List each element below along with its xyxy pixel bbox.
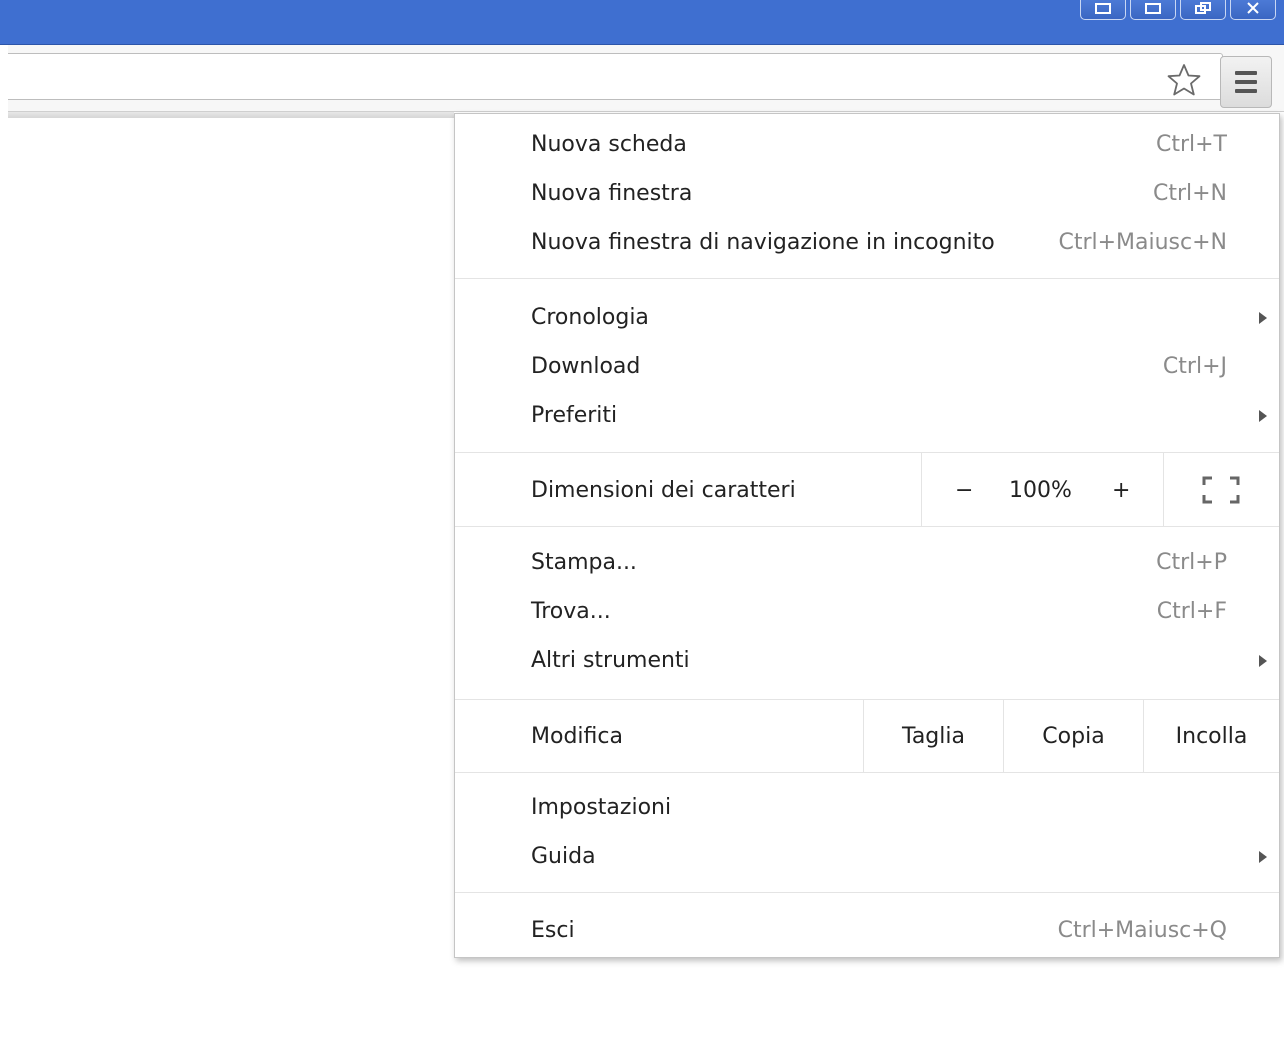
menu-item-label: Stampa...	[531, 550, 637, 575]
browser-toolbar	[8, 45, 1284, 112]
menu-item-shortcut: Ctrl+N	[1152, 181, 1227, 206]
paste-button[interactable]: Incolla	[1144, 701, 1279, 771]
menu-item-settings[interactable]: Impostazioni	[455, 786, 1279, 832]
submenu-arrow-icon	[1259, 655, 1267, 667]
menu-item-print[interactable]: Stampa... Ctrl+P	[455, 541, 1279, 587]
menu-item-label: Esci	[531, 918, 575, 943]
menu-separator	[455, 772, 1279, 773]
menu-separator	[455, 278, 1279, 279]
menu-item-label: Preferiti	[531, 403, 618, 428]
maximize-icon[interactable]	[1130, 0, 1176, 20]
menu-item-label: Nuova scheda	[531, 132, 687, 157]
menu-item-label: Altri strumenti	[531, 648, 690, 673]
zoom-level: 100%	[1009, 478, 1072, 503]
submenu-arrow-icon	[1259, 312, 1267, 324]
star-icon[interactable]	[1167, 63, 1201, 97]
menu-item-new-window[interactable]: Nuova finestra Ctrl+N	[455, 172, 1279, 218]
zoom-in-button[interactable]: +	[1112, 478, 1130, 503]
menu-item-shortcut: Ctrl+Maiusc+N	[1058, 230, 1227, 255]
cut-button[interactable]: Taglia	[864, 701, 1003, 771]
menu-item-bookmarks[interactable]: Preferiti	[455, 394, 1279, 440]
address-bar[interactable]	[8, 53, 1223, 100]
close-icon[interactable]	[1230, 0, 1276, 20]
menu-item-label: Nuova finestra di navigazione in incogni…	[531, 230, 995, 255]
zoom-out-button[interactable]: −	[955, 478, 973, 503]
edit-label: Modifica	[531, 724, 623, 749]
menu-item-help[interactable]: Guida	[455, 835, 1279, 881]
menu-item-shortcut: Ctrl+P	[1156, 550, 1227, 575]
menu-item-exit[interactable]: Esci Ctrl+Maiusc+Q	[455, 909, 1279, 955]
menu-item-downloads[interactable]: Download Ctrl+J	[455, 345, 1279, 391]
menu-item-shortcut: Ctrl+J	[1162, 354, 1227, 379]
menu-item-label: Nuova finestra	[531, 181, 693, 206]
chrome-menu: Nuova scheda Ctrl+T Nuova finestra Ctrl+…	[454, 113, 1280, 958]
menu-item-incognito-window[interactable]: Nuova finestra di navigazione in incogni…	[455, 221, 1279, 267]
menu-item-find[interactable]: Trova... Ctrl+F	[455, 590, 1279, 636]
menu-item-shortcut: Ctrl+F	[1156, 599, 1227, 624]
menu-item-shortcut: Ctrl+Maiusc+Q	[1057, 918, 1227, 943]
menu-separator	[455, 892, 1279, 893]
menu-item-label: Impostazioni	[531, 795, 672, 820]
submenu-arrow-icon	[1259, 851, 1267, 863]
restore-icon[interactable]	[1180, 0, 1226, 20]
fullscreen-icon[interactable]	[1202, 476, 1240, 504]
page-content-edge	[8, 112, 454, 118]
menu-separator	[455, 452, 1279, 453]
menu-item-shortcut: Ctrl+T	[1155, 132, 1227, 157]
menu-item-history[interactable]: Cronologia	[455, 296, 1279, 342]
menu-item-new-tab[interactable]: Nuova scheda Ctrl+T	[455, 123, 1279, 169]
submenu-arrow-icon	[1259, 410, 1267, 422]
minimize-icon[interactable]	[1080, 0, 1126, 20]
menu-separator	[455, 699, 1279, 700]
menu-item-label: Download	[531, 354, 641, 379]
menu-item-label: Cronologia	[531, 305, 649, 330]
hamburger-menu-icon[interactable]	[1220, 56, 1272, 108]
menu-item-label: Trova...	[531, 599, 611, 624]
copy-button[interactable]: Copia	[1004, 701, 1143, 771]
window-titlebar	[0, 0, 1284, 45]
menu-separator	[455, 526, 1279, 527]
window-controls	[1076, 0, 1276, 20]
menu-item-more-tools[interactable]: Altri strumenti	[455, 639, 1279, 685]
menu-item-label: Guida	[531, 844, 596, 869]
